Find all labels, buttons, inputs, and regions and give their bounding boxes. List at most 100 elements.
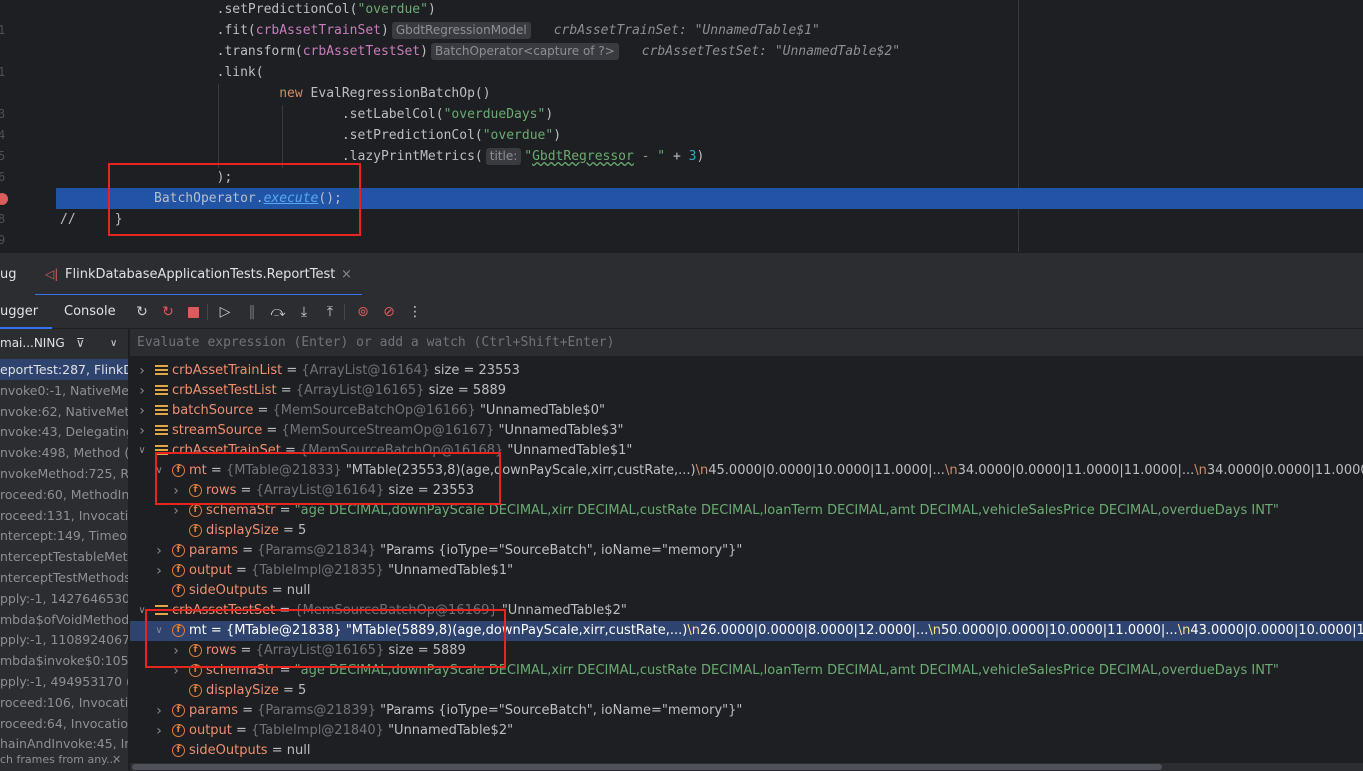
variable-row[interactable]: f displaySize = 5 [130,681,1363,701]
chevron-right-icon[interactable]: › [153,701,165,721]
equals-sign: = [282,363,302,378]
stack-frame-item[interactable]: pply:-1, 1427646530 [0,588,128,609]
horizontal-scrollbar[interactable] [130,763,1363,771]
code-line[interactable]: .setPredictionCol("overdue") [56,0,1363,20]
variable-row[interactable]: ∨ f mt = {MTable@21838} "MTable(5889,8)(ag… [130,621,1363,641]
variable-row[interactable]: f displaySize = 5 [130,521,1363,541]
variable-row[interactable]: › f schemaStr = "age DECIMAL,downPayScale … [130,501,1363,521]
stack-frame-item[interactable]: nterceptTestMethods [0,567,128,588]
switch-frames-hint[interactable]: ch frames from any... ✕ [0,749,128,771]
chevron-right-icon[interactable]: › [136,361,148,381]
code-token: ) [553,128,562,143]
filter-icon[interactable]: ⊽ [76,329,85,358]
close-icon[interactable]: ✕ [112,749,121,771]
stack-frame-item[interactable]: nvokeMethod:725, Re [0,463,128,484]
variable-row[interactable]: › batchSource = {MemSourceBatchOp@16166} … [130,401,1363,421]
code-token: crbAssetTestSet [302,44,421,59]
watch-expression-input[interactable]: Evaluate expression (Enter) or add a wat… [130,329,1363,357]
chevron-right-icon[interactable]: › [170,501,182,521]
thread-selector[interactable]: mai...NING ⊽ ∨ [0,329,128,358]
object-reference: {ArrayList@16165} [255,643,389,658]
variable-row[interactable]: f sideOutputs = null [130,581,1363,601]
code-line[interactable]: .setPredictionCol("overdue") [56,125,1363,146]
variable-row[interactable]: › f rows = {ArrayList@16165} size = 5889 [130,641,1363,661]
chevron-right-icon[interactable]: › [136,381,148,401]
stack-frame-item[interactable]: ntercept:149, Timeou [0,525,128,546]
mute-breakpoints-icon[interactable]: ⊘ [380,303,398,321]
resume-icon[interactable]: ▷ [216,303,234,321]
scrollbar-thumb[interactable] [132,764,1162,770]
execution-point-line[interactable]: BatchOperator.execute(); [56,188,1363,209]
stack-frame-item[interactable]: roceed:64, Invocatio [0,713,128,734]
variable-row[interactable]: ∨ crbAssetTrainSet = {MemSourceBatchOp@16… [130,441,1363,461]
rerun-failed-icon[interactable]: ↻ [159,303,177,321]
variable-name: crbAssetTestSet [172,603,276,618]
chevron-right-icon[interactable]: › [136,401,148,421]
code-line[interactable]: new EvalRegressionBatchOp() [56,83,1363,104]
object-reference: {MTable@21838} [225,623,346,638]
view-breakpoints-icon[interactable]: ⊚ [354,303,372,321]
chevron-right-icon[interactable]: › [170,481,182,501]
variable-row[interactable]: f sideOutputs = null [130,741,1363,761]
code-line[interactable]: .transform(crbAssetTestSet) BatchOperator… [56,41,1363,62]
chevron-down-icon[interactable]: ∨ [153,461,165,481]
stack-frame-item[interactable]: pply:-1, 494953170 ( [0,671,128,692]
step-out-icon[interactable]: ⤒ [321,303,339,321]
chevron-right-icon[interactable]: › [170,641,182,661]
variable-row[interactable]: › f output = {TableImpl@21840} "UnnamedTab… [130,721,1363,741]
variable-row[interactable]: › f params = {Params@21834} "Params {ioTyp… [130,541,1363,561]
chevron-right-icon[interactable]: › [153,541,165,561]
variable-row[interactable]: ∨ crbAssetTestSet = {MemSourceBatchOp@161… [130,601,1363,621]
stack-frame-item[interactable]: nvoke:62, NativeMeth [0,401,128,422]
chevron-down-icon[interactable]: ∨ [153,621,165,641]
close-icon[interactable]: × [341,253,352,296]
stack-frame-item[interactable]: nvoke:43, Delegating [0,421,128,442]
stack-frame-item[interactable]: nterceptTestableMeth [0,546,128,567]
stack-frame-item[interactable]: roceed:60, MethodIn [0,484,128,505]
chevron-right-icon[interactable]: › [136,421,148,441]
chevron-right-icon[interactable]: › [170,661,182,681]
variable-text: schemaStr = "age DECIMAL,downPayScale DE… [206,661,1279,681]
code-line[interactable]: ); [56,167,1363,188]
code-line[interactable]: // } [56,209,1363,230]
code-line[interactable]: .setLabelCol("overdueDays") [56,104,1363,125]
variable-row[interactable]: › crbAssetTestList = {ArrayList@16165} si… [130,381,1363,401]
stack-frame-item[interactable]: eportTest:287, FlinkD [0,359,128,380]
code-line[interactable] [56,230,1363,251]
stack-frame-item[interactable]: nvoke:498, Method (j [0,442,128,463]
variable-row[interactable]: › f output = {TableImpl@21835} "UnnamedTab… [130,561,1363,581]
variable-row[interactable]: › crbAssetTrainList = {ArrayList@16164} s… [130,361,1363,381]
code-line[interactable]: .fit(crbAssetTrainSet) GbdtRegressionMode… [56,20,1363,41]
tab-debugger[interactable]: ugger [0,295,52,329]
chevron-right-icon[interactable]: › [153,721,165,741]
step-over-icon[interactable]: ⤼ [269,303,287,321]
stack-frame-item[interactable]: pply:-1, 1108924067 [0,629,128,650]
debug-tool-window-header: ug ◁| FlinkDatabaseApplicationTests.Repo… [0,252,1363,296]
tab-run-configuration[interactable]: ◁| FlinkDatabaseApplicationTests.ReportT… [35,253,362,296]
stack-frame-item[interactable]: roceed:131, Invocatio [0,505,128,526]
variable-row[interactable]: › f rows = {ArrayList@16164} size = 23553 [130,481,1363,501]
variable-row[interactable]: › streamSource = {MemSourceStreamOp@16167… [130,421,1363,441]
stop-icon[interactable] [184,303,202,321]
variable-row[interactable]: › f schemaStr = "age DECIMAL,downPayScale … [130,661,1363,681]
code-line[interactable]: .lazyPrintMetrics(title: "GbdtRegressor -… [56,146,1363,167]
variable-row[interactable]: ∨ f mt = {MTable@21833} "MTable(23553,8)(a… [130,461,1363,481]
pause-icon[interactable]: ‖ [243,303,261,321]
stack-frame-item[interactable]: nvoke0:-1, NativeMeth [0,380,128,401]
chevron-right-icon[interactable]: › [153,561,165,581]
field-icon: f [172,464,185,477]
rerun-icon[interactable]: ↻ [133,303,151,321]
stack-frame-item[interactable]: mbda$ofVoidMethod [0,609,128,630]
tab-console[interactable]: Console [64,295,116,329]
editor-gutter[interactable]: 1 1 3 4 5 6 8 9 [0,0,56,252]
variable-row[interactable]: › f params = {Params@21839} "Params {ioTyp… [130,701,1363,721]
more-options-icon[interactable]: ⋮ [406,303,424,321]
chevron-down-icon[interactable]: ∨ [136,441,148,461]
code-editor[interactable]: 11345689 .setPredictionCol("overdue") .f… [0,0,1363,252]
stack-frame-item[interactable]: mbda$invoke$0:105, [0,650,128,671]
step-into-icon[interactable]: ⤓ [295,303,313,321]
code-line[interactable]: .link( [56,62,1363,83]
chevron-down-icon[interactable]: ∨ [110,329,117,358]
chevron-down-icon[interactable]: ∨ [136,601,148,621]
stack-frame-item[interactable]: roceed:106, Invocatio [0,692,128,713]
